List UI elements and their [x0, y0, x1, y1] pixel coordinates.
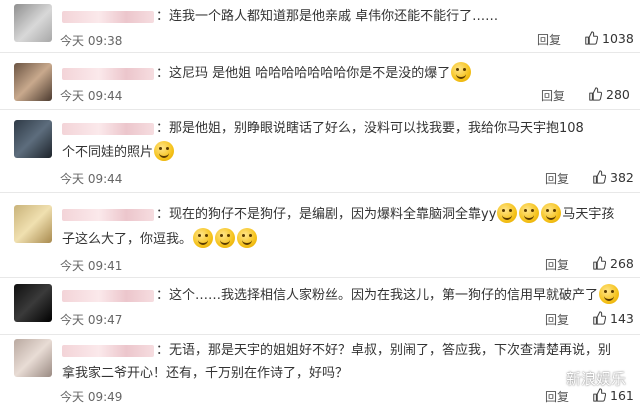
reply-button[interactable]: 回复: [541, 87, 565, 104]
colon: ：: [156, 343, 170, 358]
watermark-text: 新浪娱乐: [565, 370, 626, 388]
like-button[interactable]: 268: [592, 256, 634, 271]
wechat-icon: [543, 371, 562, 386]
username-blurred[interactable]: [62, 67, 154, 80]
comment-body-line2: 拿我家二爷开心！还有，千万别在作诗了，好吗？: [62, 363, 622, 385]
comment-time: 今天 09:41: [60, 259, 123, 273]
laughing-emoji-icon: [541, 203, 562, 223]
colon: ：: [156, 288, 170, 303]
laughing-emoji-icon: [215, 228, 236, 248]
comment-item: ：这尼玛 是他姐 哈哈哈哈哈哈哈你是不是没的爆了 今天 09:44 回复 280: [0, 53, 640, 110]
comment-text-line1: 无语，那是天宇的姐姐好不好？卓叔，别闹了，答应我，下次查清楚再说，别: [169, 343, 612, 358]
comment-time: 今天 09:38: [60, 34, 123, 48]
sina-ent-watermark: 新浪娱乐: [543, 368, 626, 389]
like-count: 382: [610, 170, 634, 185]
reply-button[interactable]: 回复: [545, 388, 569, 405]
laughing-emoji-icon: [451, 62, 472, 82]
comment-text: 连我一个路人都知道那是他亲戚 卓伟你还能不能行了……: [169, 9, 499, 24]
laughing-emoji-icon: [519, 203, 540, 223]
comment-body: ：那是他姐，别睁眼说瞎话了好么，没料可以找我要，我给你马天宇抱108: [62, 118, 622, 140]
like-count: 1038: [602, 31, 634, 46]
comment-time: 今天 09:49: [60, 390, 123, 404]
comment-text-line1: 那是他姐，别睁眼说瞎话了好么，没料可以找我要，我给你马天宇抱108: [169, 121, 584, 136]
avatar[interactable]: [14, 284, 52, 322]
comment-item: ：这个……我选择相信人家粉丝。因为在我这儿，第一狗仔的信用早就破产了 今天 09…: [0, 278, 640, 335]
thumbs-up-icon: [593, 388, 606, 402]
comment-text-line1-end: 马天宇孩: [562, 207, 615, 222]
like-button[interactable]: 1038: [584, 31, 634, 46]
thumbs-up-icon: [589, 87, 602, 101]
like-count: 280: [606, 87, 630, 102]
comment-time: 今天 09:44: [60, 172, 123, 186]
laughing-emoji-icon: [497, 203, 518, 223]
comment-item: ：那是他姐，别睁眼说瞎话了好么，没料可以找我要，我给你马天宇抱108 个不同娃的…: [0, 110, 640, 193]
comment-text-line2: 子这么大了，你逗我。: [62, 232, 193, 247]
username-blurred[interactable]: [62, 344, 154, 357]
username-blurred[interactable]: [62, 122, 154, 135]
colon: ：: [156, 121, 170, 136]
like-count: 143: [610, 311, 634, 326]
comment-body: ：无语，那是天宇的姐姐好不好？卓叔，别闹了，答应我，下次查清楚再说，别: [62, 340, 622, 362]
reply-button[interactable]: 回复: [545, 256, 569, 273]
comment-text-line2: 拿我家二爷开心！还有，千万别在作诗了，好吗？: [62, 366, 349, 381]
comment-body: ：这尼玛 是他姐 哈哈哈哈哈哈哈你是不是没的爆了: [62, 62, 622, 85]
comment-text: 这尼玛 是他姐 哈哈哈哈哈哈哈你是不是没的爆了: [169, 66, 451, 81]
comment-text: 这个……我选择相信人家粉丝。因为在我这儿，第一狗仔的信用早就破产了: [169, 288, 599, 303]
comment-text-line2: 个不同娃的照片: [62, 145, 154, 160]
like-button[interactable]: 382: [592, 170, 634, 185]
comment-text-line1: 现在的狗仔不是狗仔，是编剧，因为爆料全靠脑洞全靠yy: [169, 207, 497, 222]
colon: ：: [156, 66, 170, 81]
reply-button[interactable]: 回复: [545, 311, 569, 328]
avatar[interactable]: [14, 63, 52, 101]
comment-item: ：连我一个路人都知道那是他亲戚 卓伟你还能不能行了…… 今天 09:38 回复 …: [0, 0, 640, 53]
thumbs-up-icon: [593, 256, 606, 270]
like-button[interactable]: 143: [592, 311, 634, 326]
comment-item: ：现在的狗仔不是狗仔，是编剧，因为爆料全靠脑洞全靠yy 马天宇孩 子这么大了，你逗…: [0, 193, 640, 278]
laughing-emoji-icon: [193, 228, 214, 248]
thumbs-up-icon: [593, 311, 606, 325]
comment-time: 今天 09:44: [60, 89, 123, 103]
colon: ：: [156, 9, 170, 24]
avatar[interactable]: [14, 205, 52, 243]
comment-body: ：这个……我选择相信人家粉丝。因为在我这儿，第一狗仔的信用早就破产了: [62, 284, 622, 307]
username-blurred[interactable]: [62, 10, 154, 23]
like-button[interactable]: 280: [588, 87, 630, 102]
comment-body-line2: 子这么大了，你逗我。: [62, 228, 622, 251]
like-count: 268: [610, 256, 634, 271]
colon: ：: [156, 207, 170, 222]
like-button[interactable]: 161: [592, 388, 634, 403]
avatar[interactable]: [14, 4, 52, 42]
smile-emoji-icon: [154, 141, 175, 161]
thumbs-up-icon: [585, 31, 598, 45]
username-blurred[interactable]: [62, 208, 154, 221]
reply-button[interactable]: 回复: [545, 170, 569, 187]
comment-body: ：现在的狗仔不是狗仔，是编剧，因为爆料全靠脑洞全靠yy 马天宇孩: [62, 203, 622, 226]
comment-time: 今天 09:47: [60, 313, 123, 327]
username-blurred[interactable]: [62, 289, 154, 302]
thinking-emoji-icon: [599, 284, 620, 304]
like-count: 161: [610, 388, 634, 403]
avatar[interactable]: [14, 120, 52, 158]
comment-body-line2: 个不同娃的照片: [62, 141, 622, 164]
avatar[interactable]: [14, 339, 52, 377]
comment-body: ：连我一个路人都知道那是他亲戚 卓伟你还能不能行了……: [62, 6, 622, 28]
laughing-emoji-icon: [237, 228, 258, 248]
reply-button[interactable]: 回复: [537, 31, 561, 48]
thumbs-up-icon: [593, 170, 606, 184]
